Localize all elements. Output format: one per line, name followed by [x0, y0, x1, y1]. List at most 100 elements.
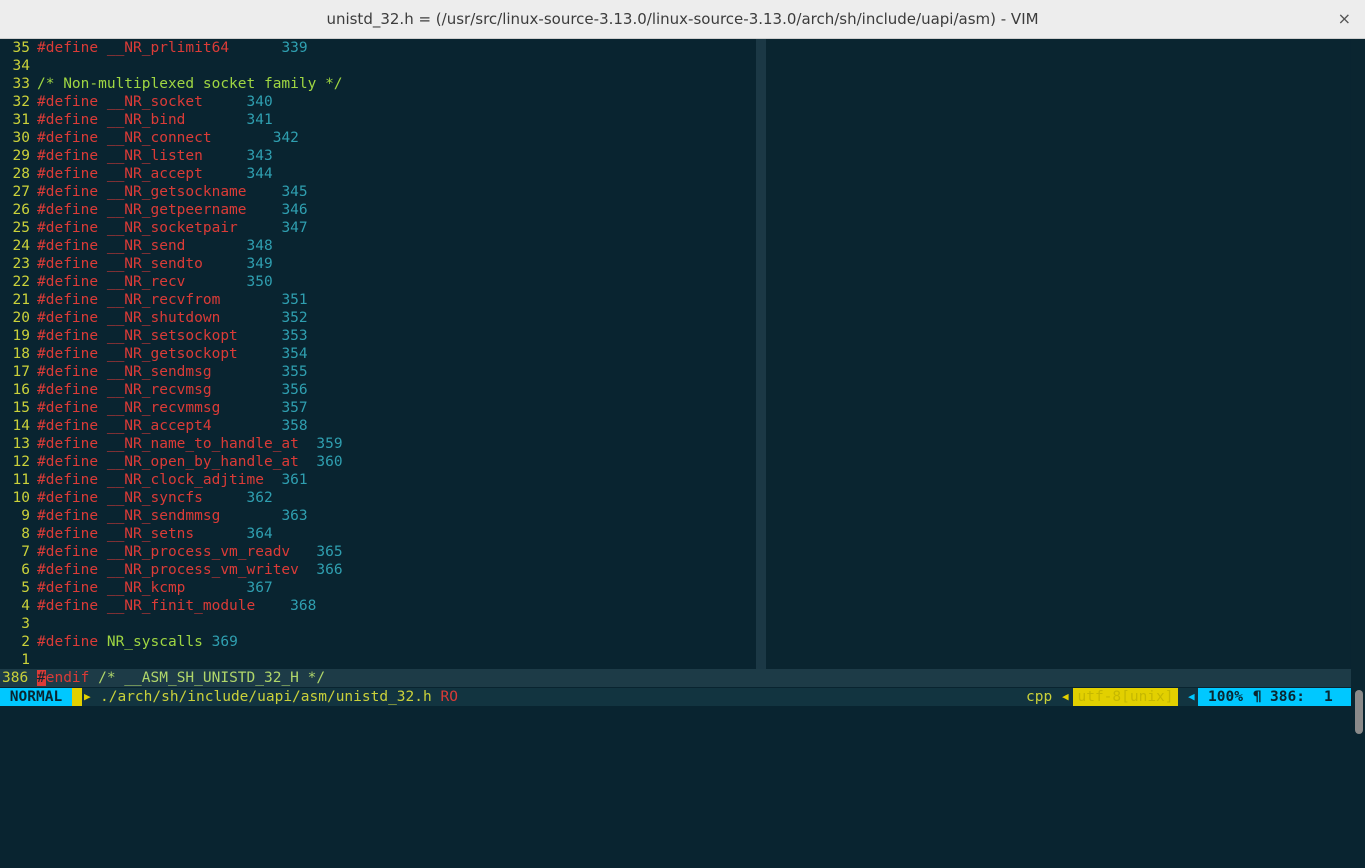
- define-directive: #define __NR_finit_module: [37, 598, 256, 614]
- code-line[interactable]: 13 #define __NR_name_to_handle_at 359: [0, 435, 343, 453]
- line-number: 26: [12, 202, 30, 218]
- editor-pane-left[interactable]: 35 #define __NR_prlimit64 339 34 33/* Non-m…: [0, 39, 756, 669]
- code-line[interactable]: 24 #define __NR_send 348: [0, 237, 343, 255]
- current-line-number: 386: [2, 670, 29, 686]
- line-number: 30: [12, 130, 30, 146]
- percent: 100%: [1208, 689, 1243, 705]
- line-number: 6: [21, 562, 30, 578]
- syscall-number: 341: [246, 112, 273, 128]
- code-line[interactable]: 34: [0, 57, 343, 75]
- define-directive: #define __NR_process_vm_writev: [37, 562, 299, 578]
- code-line[interactable]: 22 #define __NR_recv 350: [0, 273, 343, 291]
- file-path: ./arch/sh/include/uapi/asm/unistd_32.h R…: [100, 688, 458, 706]
- close-button[interactable]: ×: [1338, 9, 1351, 28]
- cursor-line: 386:: [1270, 689, 1305, 705]
- define-directive: #define __NR_prlimit64: [37, 40, 230, 56]
- code-line[interactable]: 8 #define __NR_setns 364: [0, 525, 343, 543]
- code-line[interactable]: 9 #define __NR_sendmmsg 363: [0, 507, 343, 525]
- syscall-number: 362: [246, 490, 273, 506]
- line-number: 34: [12, 58, 30, 74]
- syscall-number: 369: [211, 634, 238, 650]
- code-line[interactable]: 6 #define __NR_process_vm_writev 366: [0, 561, 342, 579]
- code-line[interactable]: 11 #define __NR_clock_adjtime 361: [0, 471, 343, 489]
- editor-pane-right[interactable]: [766, 39, 1350, 669]
- syscall-number: 358: [281, 418, 308, 434]
- code-line[interactable]: 3: [0, 615, 343, 633]
- syscall-number: 349: [246, 256, 273, 272]
- code-line[interactable]: 31 #define __NR_bind 341: [0, 111, 343, 129]
- syscall-number: 342: [272, 130, 299, 146]
- code-lines[interactable]: 35 #define __NR_prlimit64 339 34 33/* Non-m…: [0, 39, 343, 669]
- line-number: 28: [12, 166, 30, 182]
- code-line[interactable]: 35 #define __NR_prlimit64 339: [0, 39, 343, 57]
- window-title: unistd_32.h = (/usr/src/linux-source-3.1…: [326, 10, 1039, 28]
- code-line[interactable]: 30 #define __NR_connect 342: [0, 129, 343, 147]
- code-line[interactable]: 25 #define __NR_socketpair 347: [0, 219, 343, 237]
- scrollbar-thumb[interactable]: [1355, 690, 1363, 734]
- code-line[interactable]: 33 /* Non-multiplexed socket family */: [0, 75, 343, 93]
- define-directive: #define __NR_kcmp: [37, 580, 186, 596]
- line-number: 5: [21, 580, 30, 596]
- code-line[interactable]: 26 #define __NR_getpeername 346: [0, 201, 343, 219]
- position-indicator: 100% ¶ 386: 1: [1198, 688, 1351, 706]
- code-line[interactable]: 32 #define __NR_socket 340: [0, 93, 343, 111]
- cursor-column: 1: [1324, 689, 1333, 705]
- code-line[interactable]: 16 #define __NR_recvmsg 356: [0, 381, 343, 399]
- pilcrow-icon: ¶: [1253, 689, 1262, 705]
- code-line[interactable]: 5 #define __NR_kcmp 367: [0, 579, 343, 597]
- code-line[interactable]: 12 #define __NR_open_by_handle_at 360: [0, 453, 343, 471]
- code-line[interactable]: 21 #define __NR_recvfrom 351: [0, 291, 343, 309]
- vertical-scrollbar[interactable]: [1351, 39, 1365, 669]
- left-arrow-icon: ◀: [1062, 690, 1069, 703]
- current-line[interactable]: 386 #endif /* __ASM_SH_UNISTD_32_H */: [0, 669, 1351, 687]
- code-line[interactable]: 27 #define __NR_getsockname 345: [0, 183, 343, 201]
- line-number: 16: [12, 382, 30, 398]
- code-line[interactable]: 15 #define __NR_recvmmsg 357: [0, 399, 343, 417]
- code-line[interactable]: 23 #define __NR_sendto 349: [0, 255, 343, 273]
- code-line[interactable]: 17 #define __NR_sendmsg 355: [0, 363, 343, 381]
- line-number: 4: [21, 598, 30, 614]
- syscall-number: 355: [281, 364, 308, 380]
- define-directive: #define __NR_connect: [37, 130, 212, 146]
- code-line[interactable]: 10 #define __NR_syncfs 362: [0, 489, 343, 507]
- code-line[interactable]: 2 #define NR_syscalls 369: [0, 633, 343, 651]
- code-line[interactable]: 18 #define __NR_getsockopt 354: [0, 345, 343, 363]
- code-line[interactable]: 4 #define __NR_finit_module 368: [0, 597, 343, 615]
- syscall-number: 357: [281, 400, 308, 416]
- editor-area[interactable]: 35 #define __NR_prlimit64 339 34 33/* Non-m…: [0, 39, 1365, 669]
- code-line[interactable]: 14 #define __NR_accept4 358: [0, 417, 343, 435]
- vertical-split-separator[interactable]: [756, 39, 766, 669]
- define-directive: #define __NR_syncfs: [37, 490, 203, 506]
- macro-name: NR_syscalls: [98, 634, 212, 650]
- define-directive: #define __NR_recvmsg: [37, 382, 212, 398]
- code-line[interactable]: 7 #define __NR_process_vm_readv 365: [0, 543, 342, 561]
- code-line[interactable]: 20 #define __NR_shutdown 352: [0, 309, 343, 327]
- line-number: 18: [12, 346, 30, 362]
- syscall-number: 346: [281, 202, 308, 218]
- code-line[interactable]: 19 #define __NR_setsockopt 353: [0, 327, 343, 345]
- define-directive: #define __NR_listen: [37, 148, 203, 164]
- syscall-number: 345: [281, 184, 308, 200]
- syscall-number: 363: [281, 508, 308, 524]
- syscall-number: 360: [316, 454, 343, 470]
- code-line[interactable]: 29 #define __NR_listen 343: [0, 147, 343, 165]
- define-directive: #define __NR_send: [37, 238, 186, 254]
- define-directive: #define: [37, 634, 99, 650]
- code-line[interactable]: 28 #define __NR_accept 344: [0, 165, 343, 183]
- line-number: 23: [12, 256, 30, 272]
- line-number: 1: [21, 652, 30, 668]
- define-directive: #define __NR_sendmmsg: [37, 508, 221, 524]
- syscall-number: 353: [281, 328, 308, 344]
- code-line[interactable]: 1: [0, 651, 343, 669]
